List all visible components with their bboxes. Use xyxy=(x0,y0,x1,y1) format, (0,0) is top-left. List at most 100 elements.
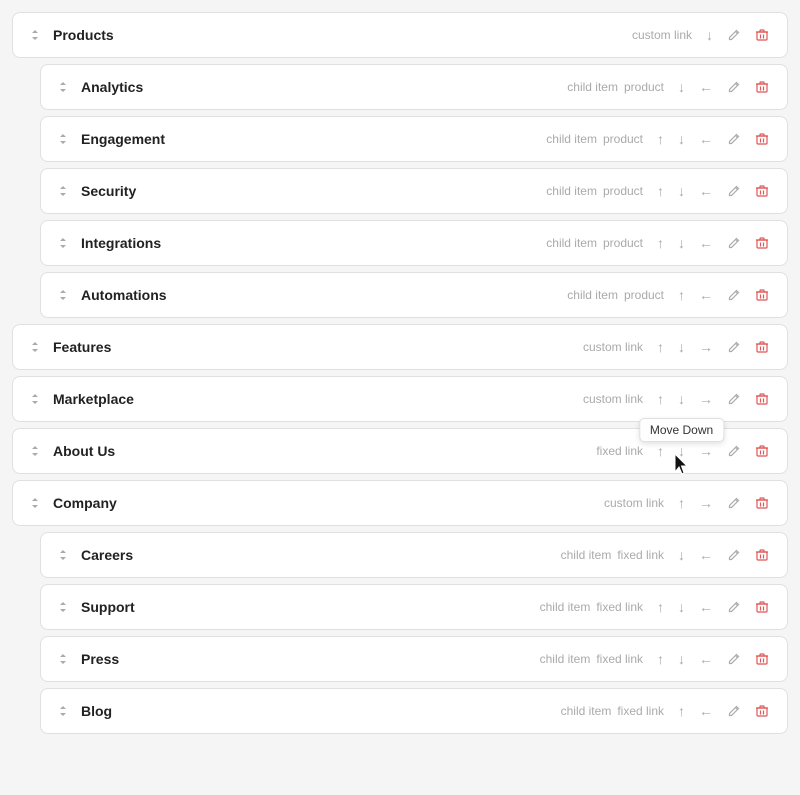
move-down-button[interactable]: ↓ xyxy=(674,390,689,408)
delete-button[interactable] xyxy=(751,546,773,564)
move-down-button[interactable]: ↓ xyxy=(674,546,689,564)
tag-custom-link: custom link xyxy=(583,392,643,406)
item-actions-products: ↓ xyxy=(702,26,773,44)
delete-button[interactable] xyxy=(751,182,773,200)
edit-button[interactable] xyxy=(723,494,745,512)
edit-button[interactable] xyxy=(723,598,745,616)
edit-button[interactable] xyxy=(723,546,745,564)
nav-item-security: Securitychild itemproduct↑↓← xyxy=(40,168,788,214)
edit-button[interactable] xyxy=(723,338,745,356)
drag-handle-icon[interactable] xyxy=(55,235,71,251)
delete-button[interactable] xyxy=(751,494,773,512)
delete-button[interactable] xyxy=(751,26,773,44)
move-up-button[interactable]: ↑ xyxy=(653,182,668,200)
move-up-button[interactable]: ↑ xyxy=(674,702,689,720)
move-left-button[interactable]: ← xyxy=(695,546,717,564)
edit-button[interactable] xyxy=(723,130,745,148)
item-name-about-us: About Us xyxy=(53,443,596,459)
edit-button[interactable] xyxy=(723,182,745,200)
move-up-button[interactable]: ↑ xyxy=(653,338,668,356)
tag-fixed-link: fixed link xyxy=(617,704,664,718)
move-right-button[interactable]: → xyxy=(695,338,717,356)
move-up-button[interactable]: ↑ xyxy=(674,286,689,304)
delete-button[interactable] xyxy=(751,598,773,616)
move-right-button[interactable]: → xyxy=(695,442,717,460)
move-left-button[interactable]: ← xyxy=(695,702,717,720)
drag-handle-icon[interactable] xyxy=(55,131,71,147)
item-actions-analytics: ↓← xyxy=(674,78,773,96)
delete-button[interactable] xyxy=(751,390,773,408)
item-tags-marketplace: custom link xyxy=(583,392,643,406)
move-down-button[interactable]: ↓ xyxy=(674,598,689,616)
nav-list: Productscustom link↓ Analyticschild item… xyxy=(12,12,788,734)
tag-custom-link: custom link xyxy=(583,340,643,354)
move-down-button[interactable]: ↓ xyxy=(674,442,689,460)
delete-button[interactable] xyxy=(751,702,773,720)
move-up-button[interactable]: ↑ xyxy=(653,442,668,460)
move-up-button[interactable]: ↑ xyxy=(653,130,668,148)
move-right-button[interactable]: → xyxy=(695,390,717,408)
move-up-button[interactable]: ↑ xyxy=(653,234,668,252)
move-up-button[interactable]: ↑ xyxy=(653,390,668,408)
edit-button[interactable] xyxy=(723,234,745,252)
edit-button[interactable] xyxy=(723,650,745,668)
move-down-button[interactable]: ↓ xyxy=(674,130,689,148)
move-right-button[interactable]: → xyxy=(695,494,717,512)
move-up-button[interactable]: ↑ xyxy=(674,494,689,512)
item-actions-blog: ↑← xyxy=(674,702,773,720)
delete-button[interactable] xyxy=(751,130,773,148)
drag-handle-icon[interactable] xyxy=(27,391,43,407)
drag-handle-icon[interactable] xyxy=(27,495,43,511)
item-actions-about-us: ↑ ↓ → xyxy=(653,442,773,460)
drag-handle-icon[interactable] xyxy=(55,547,71,563)
nav-item-press: Presschild itemfixed link↑↓← xyxy=(40,636,788,682)
item-tags-security: child itemproduct xyxy=(546,184,643,198)
delete-button[interactable] xyxy=(751,442,773,460)
drag-handle-icon[interactable] xyxy=(55,79,71,95)
drag-handle-icon[interactable] xyxy=(55,703,71,719)
move-down-button[interactable]: ↓ xyxy=(674,338,689,356)
item-actions-automations: ↑← xyxy=(674,286,773,304)
move-up-button[interactable]: ↑ xyxy=(653,598,668,616)
drag-handle-icon[interactable] xyxy=(55,183,71,199)
tag-custom-link: custom link xyxy=(604,496,664,510)
item-actions-integrations: ↑ ↓ ← xyxy=(653,234,773,252)
delete-button[interactable] xyxy=(751,650,773,668)
edit-button[interactable] xyxy=(723,78,745,96)
nav-item-automations: Automationschild itemproduct↑← xyxy=(40,272,788,318)
move-left-button[interactable]: ← xyxy=(695,182,717,200)
drag-handle-icon[interactable] xyxy=(27,339,43,355)
delete-button[interactable] xyxy=(751,234,773,252)
move-left-button[interactable]: ← xyxy=(695,234,717,252)
nav-item-support: Supportchild itemfixed link↑↓← xyxy=(40,584,788,630)
move-left-button[interactable]: ← xyxy=(695,286,717,304)
drag-handle-icon[interactable] xyxy=(55,599,71,615)
move-left-button[interactable]: ← xyxy=(695,130,717,148)
move-down-button[interactable]: ↓ xyxy=(702,26,717,44)
move-left-button[interactable]: ← xyxy=(695,78,717,96)
item-actions-careers: ↓← xyxy=(674,546,773,564)
tag-product: product xyxy=(624,288,664,302)
move-down-button[interactable]: ↓ xyxy=(674,234,689,252)
move-up-button[interactable]: ↑ xyxy=(653,650,668,668)
move-down-button[interactable]: ↓ xyxy=(674,650,689,668)
move-left-button[interactable]: ← xyxy=(695,598,717,616)
drag-handle-icon[interactable] xyxy=(27,27,43,43)
edit-button[interactable] xyxy=(723,286,745,304)
nav-item-about-us: About Usfixed link↑↓→ xyxy=(12,428,788,474)
tag-product: product xyxy=(603,236,643,250)
move-down-button[interactable]: ↓ xyxy=(674,78,689,96)
drag-handle-icon[interactable] xyxy=(27,443,43,459)
edit-button[interactable] xyxy=(723,702,745,720)
move-left-button[interactable]: ← xyxy=(695,650,717,668)
move-down-button[interactable]: ↓ xyxy=(674,182,689,200)
delete-button[interactable] xyxy=(751,338,773,356)
drag-handle-icon[interactable] xyxy=(55,287,71,303)
tag-child-item: child item xyxy=(540,600,591,614)
delete-button[interactable] xyxy=(751,286,773,304)
edit-button[interactable] xyxy=(723,26,745,44)
delete-button[interactable] xyxy=(751,78,773,96)
edit-button[interactable] xyxy=(723,442,745,460)
edit-button[interactable] xyxy=(723,390,745,408)
drag-handle-icon[interactable] xyxy=(55,651,71,667)
